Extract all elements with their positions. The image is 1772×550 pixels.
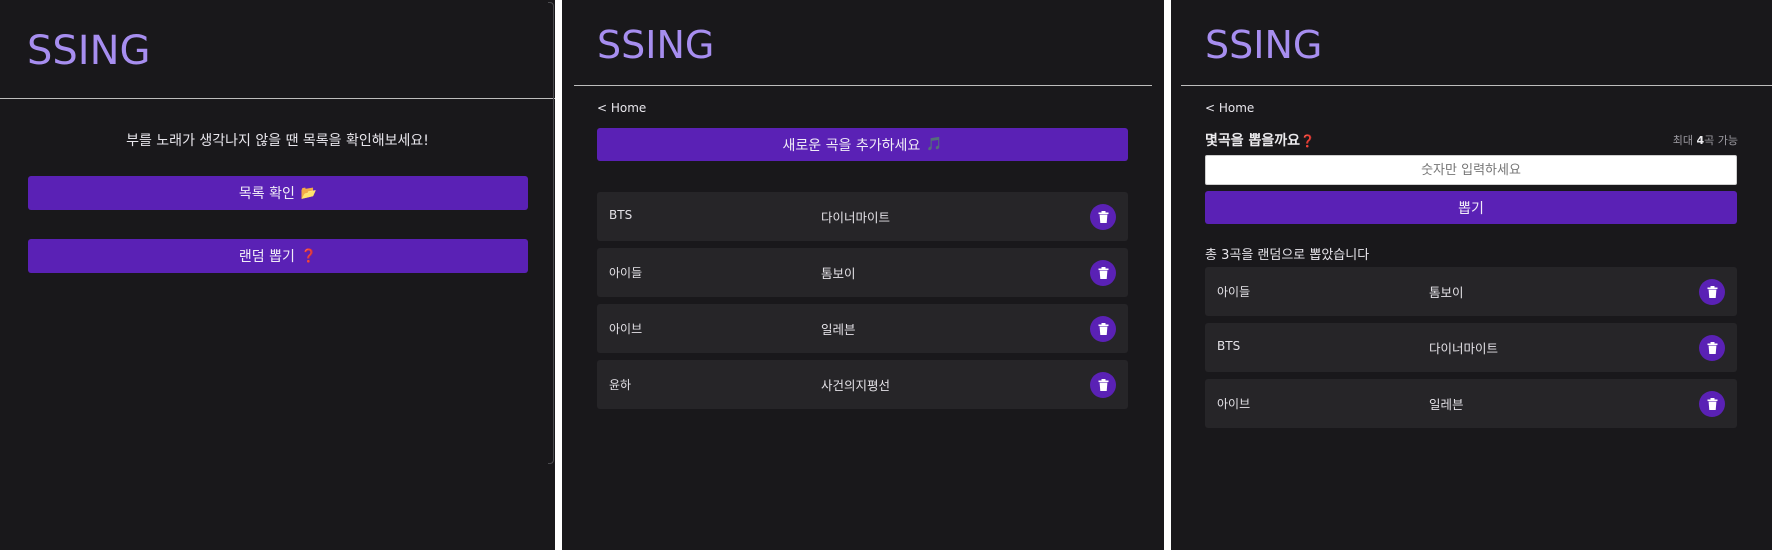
draw-question: 몇곡을 뽑을까요❓ <box>1205 130 1315 150</box>
scrollbar[interactable] <box>548 2 554 464</box>
trash-icon <box>1707 286 1717 298</box>
song-title: 다이너마이트 <box>1429 341 1499 356</box>
song-row: 아이들 톰보이 <box>597 248 1128 297</box>
result-row: BTS 다이너마이트 <box>1205 323 1737 372</box>
delete-song-button[interactable] <box>1699 279 1725 305</box>
song-title: 톰보이 <box>821 266 856 281</box>
delete-song-button[interactable] <box>1090 260 1116 286</box>
song-artist: BTS <box>1217 339 1241 353</box>
draw-question-text: 몇곡을 뽑을까요 <box>1205 133 1301 149</box>
song-artist: 윤하 <box>609 378 632 392</box>
music-note-icon: 🎵 <box>926 137 943 152</box>
trash-icon <box>1098 211 1108 223</box>
max-hint-suffix: 곡 가능 <box>1704 134 1738 147</box>
song-artist: 아이들 <box>609 266 643 280</box>
add-song-button[interactable]: 새로운 곡을 추가하세요 🎵 <box>597 128 1128 161</box>
song-title: 사건의지평선 <box>821 378 891 393</box>
max-count-hint: 최대 4곡 가능 <box>1673 132 1738 148</box>
add-song-label: 새로운 곡을 추가하세요 <box>782 137 921 154</box>
song-row: 아이브 일레븐 <box>597 304 1128 353</box>
trash-icon <box>1098 267 1108 279</box>
delete-song-button[interactable] <box>1090 204 1116 230</box>
max-hint-prefix: 최대 <box>1672 134 1697 147</box>
brand-logo[interactable]: SSING <box>1205 23 1322 67</box>
header-divider <box>1181 85 1772 86</box>
list-check-label: 목록 확인 <box>238 186 295 202</box>
header-divider <box>0 98 555 99</box>
delete-song-button[interactable] <box>1699 391 1725 417</box>
draw-button[interactable]: 뽑기 <box>1205 191 1737 224</box>
result-summary: 총 3곡을 랜덤으로 뽑았습니다 <box>1205 248 1370 263</box>
folder-icon: 📂 <box>300 185 318 201</box>
back-home-link[interactable]: < Home <box>597 101 646 115</box>
list-panel: SSING < Home 새로운 곡을 추가하세요 🎵 BTS 다이너마이트 아… <box>562 0 1164 550</box>
trash-icon <box>1707 398 1717 410</box>
brand-logo[interactable]: SSING <box>597 23 714 67</box>
trash-icon <box>1098 379 1108 391</box>
max-hint-count: 4 <box>1696 134 1705 147</box>
draw-button-label: 뽑기 <box>1458 200 1484 217</box>
song-title: 톰보이 <box>1429 285 1464 300</box>
trash-icon <box>1707 342 1717 354</box>
header-divider <box>574 85 1152 86</box>
random-pick-button[interactable]: 랜덤 뽑기 ❓ <box>28 239 528 273</box>
song-title: 일레븐 <box>1429 397 1464 412</box>
question-icon: ❓ <box>300 248 318 264</box>
song-artist: BTS <box>609 208 633 222</box>
random-panel: SSING < Home 몇곡을 뽑을까요❓ 최대 4곡 가능 뽑기 총 3곡을… <box>1171 0 1772 550</box>
home-prompt: 부를 노래가 생각나지 않을 땐 목록을 확인해보세요! <box>126 133 429 149</box>
song-row: BTS 다이너마이트 <box>597 192 1128 241</box>
song-artist: 아이브 <box>1217 397 1251 411</box>
delete-song-button[interactable] <box>1090 372 1116 398</box>
song-artist: 아이들 <box>1217 285 1251 299</box>
result-row: 아이브 일레븐 <box>1205 379 1737 428</box>
home-panel: SSING 부를 노래가 생각나지 않을 땐 목록을 확인해보세요! 목록 확인… <box>0 0 555 550</box>
back-home-link[interactable]: < Home <box>1205 101 1254 115</box>
random-pick-label: 랜덤 뽑기 <box>238 249 295 265</box>
song-title: 일레븐 <box>821 322 856 337</box>
result-row: 아이들 톰보이 <box>1205 267 1737 316</box>
song-row: 윤하 사건의지평선 <box>597 360 1128 409</box>
delete-song-button[interactable] <box>1699 335 1725 361</box>
song-title: 다이너마이트 <box>821 210 891 225</box>
count-input[interactable] <box>1205 155 1737 185</box>
list-check-button[interactable]: 목록 확인 📂 <box>28 176 528 210</box>
trash-icon <box>1098 323 1108 335</box>
delete-song-button[interactable] <box>1090 316 1116 342</box>
question-icon: ❓ <box>1300 134 1315 148</box>
song-artist: 아이브 <box>609 322 643 336</box>
brand-logo[interactable]: SSING <box>27 28 151 74</box>
